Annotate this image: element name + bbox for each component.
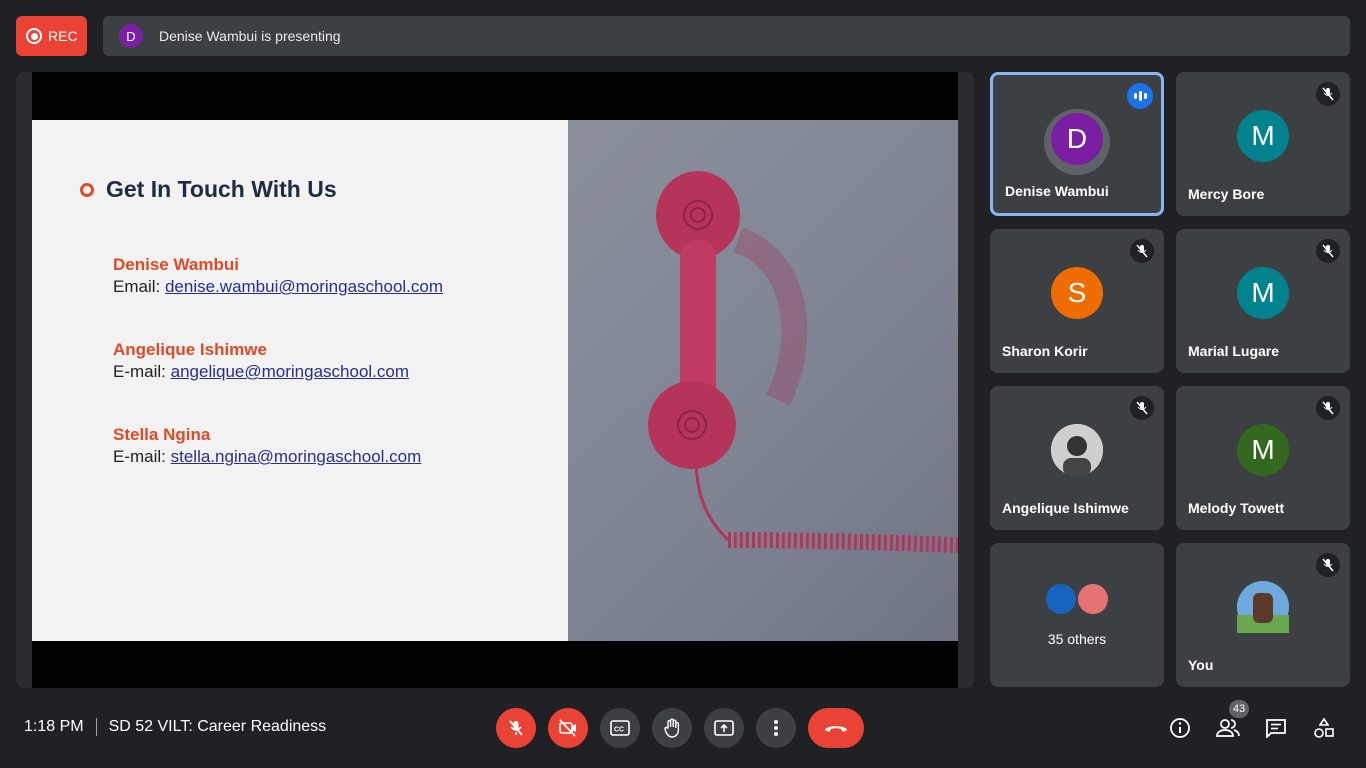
mic-off-icon <box>1130 396 1154 420</box>
people-icon <box>1216 719 1240 737</box>
chat-button[interactable] <box>1264 716 1288 740</box>
raise-hand-icon <box>664 718 680 738</box>
participant-tile[interactable]: M Melody Towett <box>1176 386 1350 530</box>
contact-name: Angelique Ishimwe <box>113 340 267 359</box>
contact-name: Denise Wambui <box>113 255 239 274</box>
participant-name: Angelique Ishimwe <box>1002 500 1129 516</box>
captions-button[interactable]: CC <box>600 708 640 748</box>
more-options-icon <box>774 720 778 736</box>
avatar: S <box>1051 267 1103 319</box>
others-tile[interactable]: 35 others <box>990 543 1164 687</box>
others-count: 35 others <box>1047 631 1107 647</box>
contact-email-link[interactable]: angelique@moringaschool.com <box>171 362 409 381</box>
meeting-title: SD 52 VILT: Career Readiness <box>108 718 327 735</box>
contact-email-link[interactable]: stella.ngina@moringaschool.com <box>171 447 422 466</box>
chat-icon <box>1266 719 1286 738</box>
bullet-icon <box>80 182 94 197</box>
slide-text-panel: Get In Touch With Us Denise Wambui Email… <box>32 120 568 641</box>
participant-name: Mercy Bore <box>1188 186 1265 202</box>
recording-indicator[interactable]: REC <box>16 16 87 56</box>
contact-item: Denise Wambui Email: denise.wambui@morin… <box>113 254 443 298</box>
present-screen-icon <box>714 720 734 736</box>
participant-tile-self[interactable]: You <box>1176 543 1350 687</box>
participant-tile[interactable]: D Denise Wambui <box>990 72 1164 216</box>
others-avatar <box>1076 582 1110 616</box>
presenting-text: Denise Wambui is presenting <box>159 28 341 44</box>
contact-name: Stella Ngina <box>113 425 211 444</box>
more-options-button[interactable] <box>756 708 796 748</box>
people-count-badge: 43 <box>1229 700 1249 718</box>
captions-icon: CC <box>610 720 630 736</box>
meeting-details-button[interactable] <box>1168 716 1192 740</box>
people-button[interactable] <box>1216 716 1240 740</box>
mic-off-icon <box>1130 239 1154 263</box>
control-bar: 1:18 PM SD 52 VILT: Career Readiness CC … <box>0 696 1366 768</box>
leave-call-button[interactable] <box>808 708 864 748</box>
meeting-info: 1:18 PM SD 52 VILT: Career Readiness <box>24 718 326 736</box>
others-avatar <box>1044 582 1078 616</box>
contact-label: E-mail: <box>113 447 171 466</box>
avatar: M <box>1237 424 1289 476</box>
raise-hand-button[interactable] <box>652 708 692 748</box>
camera-off-icon <box>559 719 576 737</box>
participant-tile[interactable]: Angelique Ishimwe <box>990 386 1164 530</box>
contact-item: Angelique Ishimwe E-mail: angelique@mori… <box>113 339 409 383</box>
slide: Get In Touch With Us Denise Wambui Email… <box>32 120 958 641</box>
participant-name: You <box>1188 657 1214 673</box>
mic-toggle-button[interactable] <box>496 708 536 748</box>
participant-tile[interactable]: M Marial Lugare <box>1176 229 1350 373</box>
telephone-image <box>648 171 958 553</box>
participant-tile[interactable]: M Mercy Bore <box>1176 72 1350 216</box>
participant-name: Denise Wambui <box>1005 183 1109 199</box>
present-button[interactable] <box>704 708 744 748</box>
mic-off-icon <box>1316 82 1340 106</box>
avatar: M <box>1237 267 1289 319</box>
participant-name: Sharon Korir <box>1002 343 1088 359</box>
leave-call-icon <box>825 726 847 732</box>
participant-name: Marial Lugare <box>1188 343 1280 359</box>
record-icon <box>26 28 42 44</box>
divider <box>95 718 97 736</box>
activities-button[interactable] <box>1312 716 1336 740</box>
contact-label: E-mail: <box>113 362 171 381</box>
rec-label: REC <box>48 28 78 44</box>
avatar: M <box>1237 110 1289 162</box>
mic-off-icon <box>509 720 523 736</box>
presenting-banner: D Denise Wambui is presenting <box>103 16 1350 56</box>
camera-toggle-button[interactable] <box>548 708 588 748</box>
participant-name: Melody Towett <box>1188 500 1285 516</box>
participant-tile[interactable]: S Sharon Korir <box>990 229 1164 373</box>
contact-email-link[interactable]: denise.wambui@moringaschool.com <box>165 277 443 296</box>
shared-screen: Get In Touch With Us Denise Wambui Email… <box>32 72 958 688</box>
speaking-icon <box>1127 83 1153 109</box>
presentation-stage: Get In Touch With Us Denise Wambui Email… <box>16 72 974 688</box>
photo-avatar <box>1051 424 1103 476</box>
info-icon <box>1170 718 1190 738</box>
mic-off-icon <box>1316 553 1340 577</box>
mic-off-icon <box>1316 239 1340 263</box>
activities-icon <box>1314 717 1334 738</box>
mic-off-icon <box>1316 396 1340 420</box>
presenter-avatar: D <box>119 24 143 48</box>
contact-item: Stella Ngina E-mail: stella.ngina@moring… <box>113 424 421 468</box>
telephone-photo <box>568 120 958 641</box>
photo-avatar <box>1237 581 1289 633</box>
slide-heading: Get In Touch With Us <box>80 176 337 203</box>
slide-title: Get In Touch With Us <box>106 176 337 202</box>
avatar: D <box>1051 113 1103 165</box>
clock: 1:18 PM <box>24 718 84 735</box>
contact-label: Email: <box>113 277 165 296</box>
svg-text:CC: CC <box>614 727 624 734</box>
